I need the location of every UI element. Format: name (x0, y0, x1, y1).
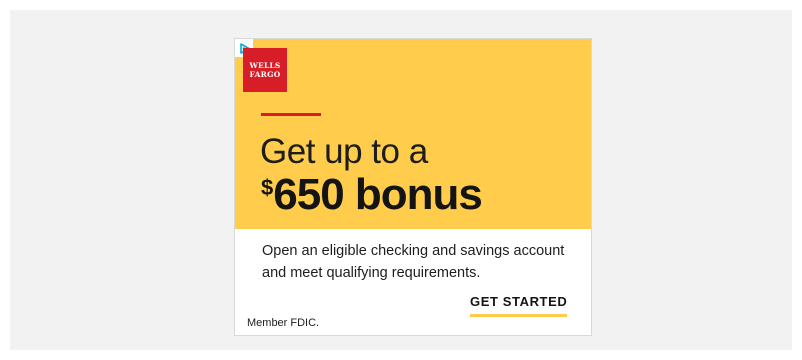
headline-line-1: Get up to a (260, 132, 428, 171)
ad-banner[interactable]: WELLS FARGO Get up to a $ 650 bonus Open… (235, 39, 591, 335)
wells-fargo-logo[interactable]: WELLS FARGO (243, 48, 287, 92)
logo-line-1: WELLS (249, 61, 281, 70)
fdic-disclaimer: Member FDIC. (247, 317, 320, 329)
currency-symbol: $ (261, 175, 273, 200)
accent-line (261, 113, 321, 116)
logo-line-2: FARGO (249, 70, 281, 79)
offer-description: Open an eligible checking and savings ac… (262, 243, 565, 281)
get-started-button[interactable]: GET STARTED (470, 294, 568, 317)
headline-bonus: $ 650 bonus (261, 169, 483, 221)
bonus-amount: 650 bonus (273, 170, 483, 219)
